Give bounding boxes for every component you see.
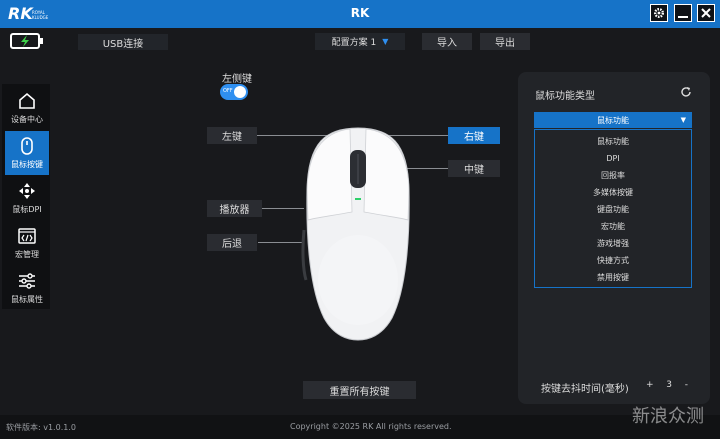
copyright-text: Copyright ©2025 RK All rights reserved. (290, 422, 452, 431)
reset-all-buttons[interactable]: 重置所有按键 (303, 381, 416, 399)
dropdown-option[interactable]: 鼠标功能 (535, 133, 691, 149)
watermark-logo: 新浪众测 (632, 406, 704, 427)
left-button-label[interactable]: 左键 (207, 127, 257, 144)
profile-select[interactable]: 配置方案 1 ▼ (315, 33, 405, 50)
export-button[interactable]: 导出 (480, 33, 530, 50)
close-button[interactable] (697, 4, 715, 22)
decrement-button[interactable]: - (685, 380, 688, 390)
sidebar: 设备中心 鼠标按键 鼠标DPI 宏管理 鼠标属性 (2, 84, 50, 309)
play-button-label[interactable]: 播放器 (207, 200, 262, 217)
battery-icon (10, 33, 43, 49)
sidebar-item-label: 鼠标属性 (11, 294, 43, 304)
leader-line-back (258, 242, 304, 243)
dropdown-option[interactable]: 多媒体按键 (535, 184, 691, 200)
app-title: RK (350, 6, 370, 20)
dropdown-option[interactable]: DPI (535, 150, 691, 166)
dropdown-option[interactable]: 键盘功能 (535, 201, 691, 217)
leader-line-play (262, 208, 304, 209)
function-type-options: 鼠标功能 DPI 回报率 多媒体按键 键盘功能 宏功能 游戏增强 快捷方式 禁用… (534, 129, 692, 288)
watermark-text: 新浪众测 (632, 406, 704, 427)
dropdown-option[interactable]: 快捷方式 (535, 252, 691, 268)
dropdown-option[interactable]: 回报率 (535, 167, 691, 183)
panel-title: 鼠标功能类型 (535, 91, 595, 102)
dpi-icon (19, 182, 35, 199)
toggle-text: OFF (223, 88, 233, 94)
sliders-icon (19, 272, 35, 289)
debounce-stepper[interactable]: + 3 - (646, 378, 688, 392)
debounce-label: 按键去抖时间(毫秒) (541, 384, 629, 395)
dropdown-option[interactable]: 禁用按键 (535, 269, 691, 285)
dropdown-option[interactable]: 游戏增强 (535, 235, 691, 251)
minimize-icon (678, 16, 688, 18)
software-version: 软件版本: v1.0.1.0 (6, 423, 76, 432)
sidebar-item-mouse-properties[interactable]: 鼠标属性 (5, 266, 49, 310)
minimize-button[interactable] (674, 4, 692, 22)
connection-status: USB连接 (78, 34, 168, 50)
close-icon (701, 8, 711, 18)
refresh-icon[interactable] (680, 86, 692, 98)
side-key-label: 左侧键 (222, 74, 252, 85)
sidebar-item-device-center[interactable]: 设备中心 (5, 86, 49, 130)
caret-down-icon: ▼ (680, 116, 686, 124)
settings-button[interactable] (650, 4, 668, 22)
macro-icon (18, 227, 36, 244)
sidebar-item-label: 鼠标DPI (12, 204, 42, 214)
sidebar-item-mouse-buttons[interactable]: 鼠标按键 (5, 131, 49, 175)
import-button[interactable]: 导入 (422, 33, 472, 50)
mouse-icon (21, 136, 33, 155)
right-button-label[interactable]: 右键 (448, 127, 500, 144)
sidebar-item-mouse-dpi[interactable]: 鼠标DPI (5, 176, 49, 220)
back-button-label[interactable]: 后退 (207, 234, 257, 251)
sidebar-item-label: 宏管理 (15, 249, 39, 259)
mouse-image (301, 127, 410, 341)
increment-button[interactable]: + (646, 380, 654, 390)
sidebar-item-label: 设备中心 (11, 114, 43, 124)
function-type-dropdown[interactable]: 鼠标功能 ▼ (534, 112, 692, 128)
chevron-down-icon: ▼ (382, 37, 389, 46)
profile-label: 配置方案 1 (331, 38, 377, 48)
gear-icon (654, 8, 664, 18)
middle-button-label[interactable]: 中键 (448, 160, 500, 177)
sidebar-item-label: 鼠标按键 (11, 159, 43, 169)
home-icon (19, 92, 35, 109)
toggle-knob (234, 86, 246, 98)
dropdown-option[interactable]: 宏功能 (535, 218, 691, 234)
debounce-value: 3 (666, 380, 673, 390)
side-key-toggle[interactable]: OFF (220, 84, 248, 100)
sidebar-item-macro[interactable]: 宏管理 (5, 221, 49, 265)
dropdown-selected: 鼠标功能 (597, 115, 629, 125)
